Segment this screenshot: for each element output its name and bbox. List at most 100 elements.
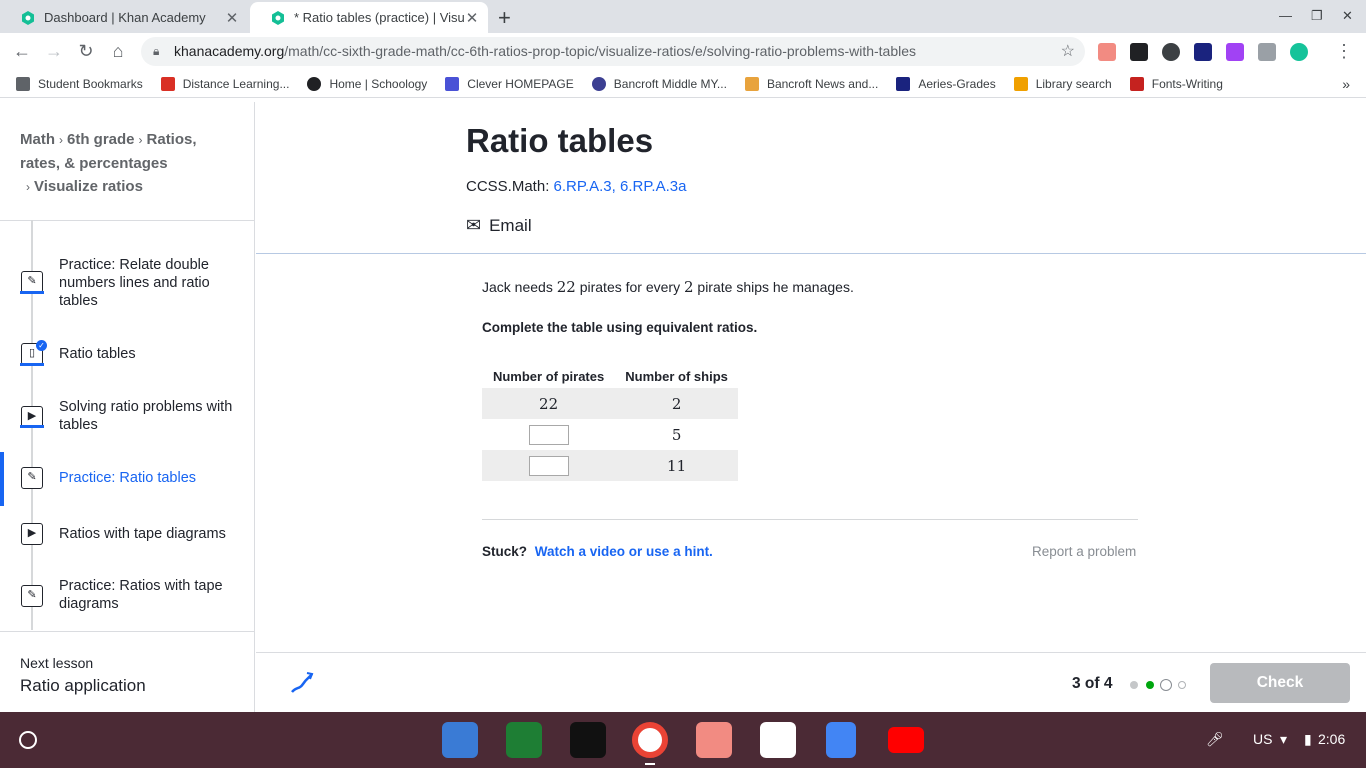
pirates-answer-input[interactable] [528, 424, 569, 445]
progress-dot [1130, 681, 1138, 689]
tab-ratio-tables[interactable]: * Ratio tables (practice) | Visuali ✕ [250, 2, 488, 33]
ships-cell: 2 [615, 388, 738, 419]
divider [0, 220, 254, 221]
bookmark-label: Aeries-Grades [918, 76, 996, 91]
extension-icon[interactable] [1162, 43, 1180, 61]
reload-icon[interactable]: ↻ [75, 40, 97, 62]
extension-icon[interactable] [1130, 43, 1148, 61]
email-button[interactable]: ✉ Email [466, 215, 532, 236]
menu-icon[interactable]: ⋮ [1333, 40, 1355, 62]
progress-count: 3 of 4 [1072, 675, 1113, 692]
folder-icon [16, 76, 30, 91]
lesson-item[interactable]: ▶ Solving ratio problems with tables [0, 396, 254, 436]
url-path: /math/cc-sixth-grade-math/cc-6th-ratios-… [284, 43, 917, 59]
chrome-icon[interactable] [632, 722, 668, 758]
lesson-item[interactable]: ✎ Practice: Ratios with tape diagrams [0, 576, 254, 616]
running-indicator [645, 763, 655, 765]
os-shelf: 🎤︎ US ▾ ▮ 2:06 [0, 712, 1366, 768]
lesson-item[interactable]: ▶ Ratios with tape diagrams [0, 514, 254, 554]
lesson-label: Ratio tables [59, 346, 136, 362]
forward-icon[interactable]: → [43, 40, 65, 62]
question-number: 2 [683, 278, 694, 296]
bookmark-item[interactable]: Library search [1013, 76, 1112, 91]
screencast-icon[interactable] [696, 722, 732, 758]
bookmark-favicon [1013, 76, 1028, 91]
close-tab-icon[interactable]: ✕ [464, 9, 480, 27]
youtube-icon[interactable] [888, 727, 924, 753]
bookmark-item[interactable]: Bancroft Middle MY... [591, 76, 727, 91]
bookmark-item[interactable]: Distance Learning... [160, 76, 289, 91]
progress-dot [1178, 681, 1186, 689]
pirates-cell [482, 450, 616, 481]
pencil-icon: ✎ [21, 271, 43, 293]
activcast-icon[interactable] [570, 722, 606, 758]
table-row: 22 2 [482, 388, 738, 419]
check-button[interactable]: Check [1210, 663, 1350, 703]
exercise-footer: 3 of 4 Check [256, 652, 1366, 712]
minimize-icon[interactable]: — [1279, 8, 1292, 23]
breadcrumb-grade[interactable]: 6th grade [67, 131, 135, 148]
extension-icon[interactable] [1098, 43, 1116, 61]
microphone-icon[interactable]: 🎤︎ [1206, 731, 1224, 748]
extension-icon[interactable] [1194, 43, 1212, 61]
bookmark-label: Clever HOMEPAGE [467, 76, 574, 91]
ccss-link[interactable]: 6.RP.A.3 [554, 178, 612, 195]
wifi-icon[interactable]: ▾ [1280, 731, 1287, 748]
extension-icon[interactable] [1226, 43, 1244, 61]
breadcrumb-lesson[interactable]: Visualize ratios [34, 178, 143, 195]
pencil-icon: ✎ [21, 467, 43, 489]
column-header: Number of ships [625, 368, 728, 384]
ccss-link[interactable]: 6.RP.A.3a [620, 178, 686, 195]
ccss-standards: CCSS.Math: 6.RP.A.3, 6.RP.A.3a [466, 178, 686, 195]
play-icon: ▶ [21, 523, 43, 545]
launcher-icon[interactable] [19, 731, 37, 749]
home-icon[interactable]: ⌂ [107, 40, 129, 62]
pirates-answer-input[interactable] [528, 455, 569, 476]
restore-icon[interactable]: ❐ [1311, 8, 1323, 24]
battery-icon[interactable]: ▮ [1304, 731, 1312, 748]
bookmark-item[interactable]: Clever HOMEPAGE [445, 76, 574, 91]
new-tab-button[interactable]: + [498, 5, 511, 31]
app-icon[interactable] [442, 722, 478, 758]
ratio-table: Number of pirates Number of ships 22 2 5… [482, 364, 738, 481]
extension-icon[interactable] [1258, 43, 1276, 61]
gmail-icon[interactable] [760, 722, 796, 758]
lesson-sidebar: Math › 6th grade › Ratios, rates, & percenta… [0, 102, 255, 712]
stuck-row: Stuck? Watch a video or use a hint. [482, 544, 713, 559]
clock[interactable]: 2:06 [1318, 731, 1345, 747]
bookmark-star-icon[interactable]: ☆ [1061, 37, 1075, 66]
bookmark-item[interactable]: Fonts-Writing [1129, 76, 1223, 91]
lesson-item[interactable]: ✎ Practice: Relate double numbers lines … [0, 252, 254, 312]
bookmark-item[interactable]: Student Bookmarks [16, 76, 143, 91]
bookmark-label: Student Bookmarks [38, 76, 143, 91]
table-header-row: Number of pirates Number of ships [482, 364, 738, 388]
bookmark-favicon [1129, 76, 1144, 91]
next-lesson-link[interactable]: Ratio application [20, 676, 146, 696]
report-problem-link[interactable]: Report a problem [1032, 544, 1136, 559]
address-bar[interactable]: 🔒︎ khanacademy.org/math/cc-sixth-grade-m… [141, 37, 1085, 66]
tab-dashboard[interactable]: Dashboard | Khan Academy ✕ [0, 2, 248, 33]
bookmark-favicon [591, 76, 606, 91]
more-bookmarks-icon[interactable]: » [1342, 76, 1350, 92]
lesson-item-current[interactable]: ✎ Practice: Ratio tables [0, 458, 254, 498]
bookmark-item[interactable]: Bancroft News and... [744, 76, 878, 91]
back-icon[interactable]: ← [11, 40, 33, 62]
lesson-label: Solving ratio problems with tables [59, 399, 233, 433]
lesson-item[interactable]: ▯ ✓ Ratio tables [0, 334, 254, 374]
hint-link[interactable]: Watch a video or use a hint. [535, 544, 713, 559]
app-icon[interactable] [506, 722, 542, 758]
question-number: 22 [556, 278, 576, 296]
lesson-label: Practice: Relate double numbers lines an… [59, 257, 210, 309]
close-tab-icon[interactable]: ✕ [224, 9, 240, 27]
bookmark-item[interactable]: Aeries-Grades [896, 76, 996, 91]
lock-icon: 🔒︎ [153, 44, 160, 58]
locale-indicator[interactable]: US [1253, 731, 1272, 747]
bookmark-item[interactable]: Home | Schoology [307, 76, 427, 91]
close-window-icon[interactable]: ✕ [1342, 8, 1353, 24]
grammarly-icon[interactable] [1290, 43, 1308, 61]
breadcrumb-math[interactable]: Math [20, 131, 55, 148]
docs-icon[interactable] [826, 722, 856, 758]
instruction-text: Complete the table using equivalent rati… [482, 320, 758, 335]
stuck-label: Stuck? [482, 544, 528, 559]
scratchpad-icon[interactable] [289, 670, 315, 702]
